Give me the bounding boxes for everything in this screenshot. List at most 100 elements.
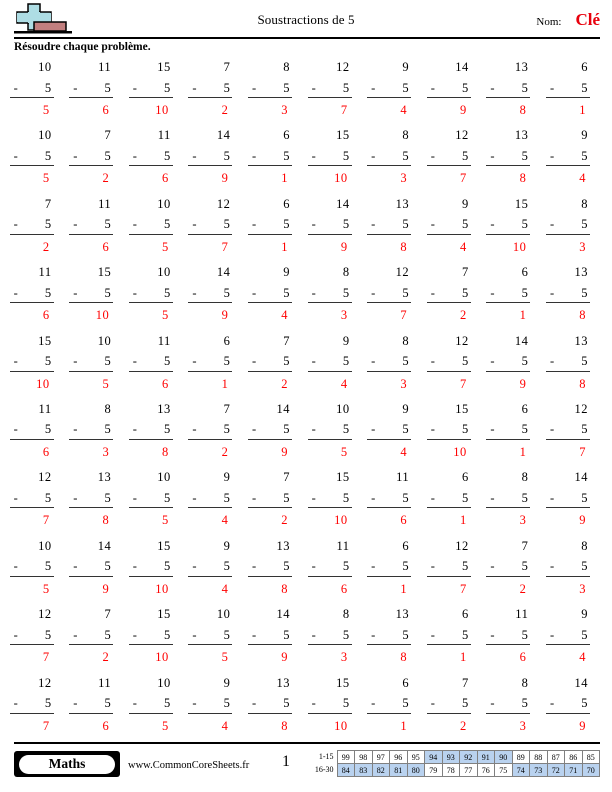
- minus-operator: -: [490, 217, 496, 232]
- header-divider: [14, 37, 600, 39]
- subtrahend: 5: [342, 354, 350, 369]
- score-cell[interactable]: 83: [354, 763, 373, 777]
- problem-cell: 6 - 5 1: [246, 198, 306, 266]
- minuend: 10: [157, 470, 171, 485]
- problem-cell: 9 - 5 4: [246, 266, 306, 334]
- score-cell[interactable]: 80: [406, 763, 425, 777]
- minus-operator: -: [549, 354, 555, 369]
- minus-operator: -: [430, 217, 436, 232]
- score-cell[interactable]: 86: [564, 750, 583, 764]
- score-cell[interactable]: 90: [494, 750, 513, 764]
- problem-cell: 8 - 5 3: [306, 608, 366, 676]
- problem-cell: 14 - 5 9: [68, 540, 128, 608]
- score-cell[interactable]: 71: [564, 763, 583, 777]
- problem-cell: 6 - 5 1: [485, 403, 545, 471]
- minus-operator: -: [73, 285, 78, 300]
- minuend: 11: [38, 401, 52, 416]
- answer-value: 3: [340, 650, 348, 665]
- subtrahend: 5: [402, 217, 410, 232]
- problem-cell: 15 - 5 10: [425, 403, 485, 471]
- answer-value: 5: [162, 239, 169, 254]
- score-cell[interactable]: 98: [354, 750, 373, 764]
- minus-operator: -: [73, 217, 78, 232]
- problem-cell: 11 - 5 6: [127, 129, 187, 197]
- answer-value: 10: [334, 718, 348, 733]
- score-cell[interactable]: 74: [511, 763, 530, 777]
- subtrahend: 5: [104, 627, 112, 642]
- score-cell[interactable]: 99: [336, 750, 355, 764]
- problem-cell: 11 - 5 6: [68, 61, 128, 129]
- answer-value: 7: [221, 239, 229, 254]
- answer-value: 5: [221, 650, 229, 665]
- problem-cell: 10 - 5 5: [8, 129, 68, 197]
- score-cell[interactable]: 72: [546, 763, 565, 777]
- subtrahend: 5: [283, 217, 290, 232]
- minus-operator: -: [132, 217, 138, 232]
- score-cell[interactable]: 91: [476, 750, 495, 764]
- subtrahend: 5: [581, 627, 588, 642]
- problem-cell: 15 - 5 10: [485, 198, 545, 266]
- score-cell[interactable]: 93: [441, 750, 460, 764]
- score-cell[interactable]: 79: [424, 763, 443, 777]
- problem-cell: 10 - 5 5: [127, 471, 187, 539]
- score-cell[interactable]: 78: [441, 763, 460, 777]
- score-cell[interactable]: 87: [546, 750, 565, 764]
- answer-value: 3: [400, 376, 408, 391]
- minus-operator: -: [251, 422, 257, 437]
- answer-value: 6: [162, 376, 169, 391]
- minus-operator: -: [192, 80, 198, 95]
- minus-operator: -: [73, 354, 78, 369]
- score-cell[interactable]: 81: [389, 763, 408, 777]
- score-cell[interactable]: 73: [529, 763, 548, 777]
- minuend: 11: [336, 538, 350, 553]
- score-cell[interactable]: 85: [581, 750, 600, 764]
- answer-value: 4: [400, 103, 408, 117]
- score-cell[interactable]: 97: [371, 750, 390, 764]
- answer-value: 6: [162, 171, 169, 186]
- problem-cell: 8 - 5 3: [246, 61, 306, 129]
- subtrahend: 5: [283, 559, 290, 574]
- score-cell[interactable]: 76: [476, 763, 495, 777]
- subtrahend: 5: [342, 217, 350, 232]
- score-cell[interactable]: 95: [406, 750, 425, 764]
- problem-cell: 7 - 5 2: [68, 608, 128, 676]
- minus-operator: -: [192, 490, 198, 505]
- minuend: 13: [574, 333, 588, 348]
- minuend: 15: [514, 196, 529, 211]
- problem-cell: 10 - 5 5: [127, 198, 187, 266]
- score-cell[interactable]: 75: [494, 763, 513, 777]
- minus-operator: -: [251, 80, 257, 95]
- answer-value: 7: [42, 513, 50, 528]
- problem-cell: 7 - 5 2: [246, 334, 306, 403]
- answer-value: 7: [400, 308, 408, 323]
- minuend: 9: [223, 675, 231, 690]
- minuend: 14: [514, 333, 529, 348]
- answer-value: 6: [102, 718, 110, 733]
- problem-cell: 8 - 5 3: [485, 676, 545, 745]
- minus-operator: -: [371, 217, 376, 232]
- problem-cell: 6 - 5 1: [366, 540, 426, 608]
- subtrahend: 5: [164, 422, 171, 437]
- score-table: 1-15 16-30 99 98 97 96 95 94 93 92 91 90 89 88 87 86 85…: [315, 750, 600, 777]
- problem-cell: 8 - 5 3: [366, 334, 426, 403]
- minuend: 6: [462, 470, 469, 485]
- score-cell[interactable]: 84: [336, 763, 355, 777]
- subtrahend: 5: [223, 422, 231, 437]
- score-cell[interactable]: 70: [581, 763, 600, 777]
- score-cell[interactable]: 88: [529, 750, 548, 764]
- answer-value: 9: [281, 444, 288, 459]
- score-cell[interactable]: 77: [459, 763, 478, 777]
- subtrahend: 5: [223, 217, 231, 232]
- score-cell[interactable]: 89: [511, 750, 530, 764]
- score-cell[interactable]: 92: [459, 750, 478, 764]
- subtrahend: 5: [581, 422, 588, 437]
- minuend: 11: [98, 60, 112, 74]
- minus-operator: -: [132, 559, 138, 574]
- score-cell[interactable]: 82: [371, 763, 390, 777]
- score-cell[interactable]: 96: [389, 750, 408, 764]
- subtrahend: 5: [44, 559, 52, 574]
- minus-operator: -: [251, 490, 257, 505]
- answer-value: 1: [400, 718, 408, 733]
- score-cell[interactable]: 94: [424, 750, 443, 764]
- subtrahend: 5: [104, 80, 112, 95]
